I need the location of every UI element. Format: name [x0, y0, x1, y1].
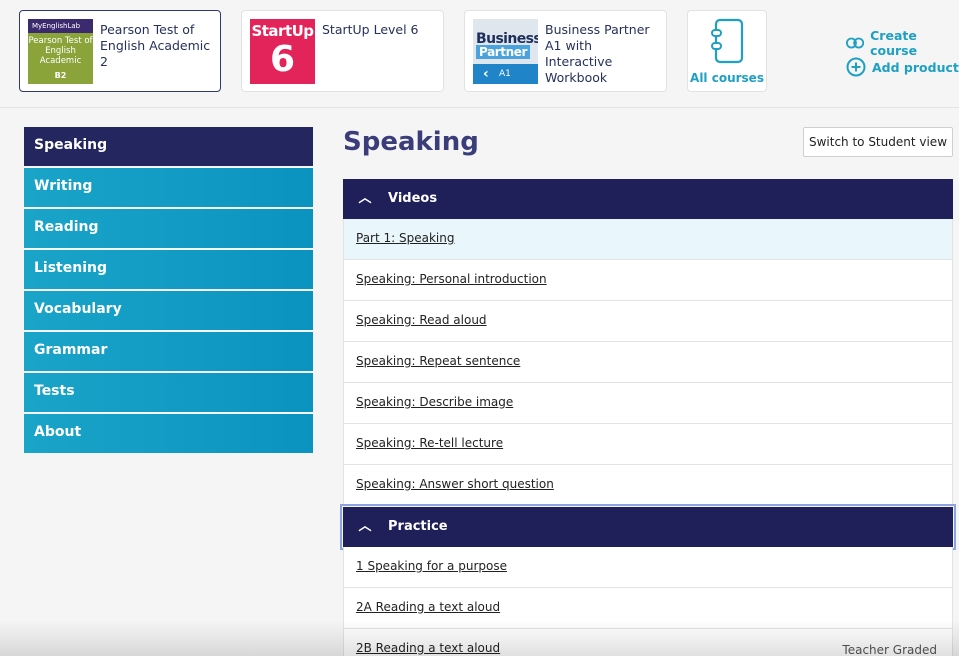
plus-circle-icon: [846, 57, 866, 77]
create-course-label: Create course: [870, 28, 918, 58]
course-card-pte[interactable]: MyEnglishLab Pearson Test of English Aca…: [19, 10, 221, 92]
thumbnail-level: B2: [54, 71, 67, 80]
list-item: Speaking: Describe image: [343, 383, 953, 424]
create-course-link[interactable]: Create course: [846, 28, 959, 58]
chevron-left-icon: ‹: [483, 66, 489, 82]
business-partner-thumbnail: Business Partner A1 ‹: [473, 19, 538, 84]
list-item: Speaking: Answer short question: [343, 465, 953, 506]
all-courses-label: All courses: [690, 71, 764, 85]
course-title: Pearson Test of English Academic 2: [100, 22, 211, 69]
course-title: StartUp Level 6: [322, 22, 419, 37]
thumbnail-number: 6: [269, 39, 296, 80]
list-item: 2A Reading a text aloud: [343, 588, 953, 629]
activity-link[interactable]: Speaking: Re-tell lecture: [356, 436, 503, 450]
sidebar-item-reading[interactable]: Reading: [24, 209, 313, 248]
section-title: Videos: [388, 191, 438, 206]
activity-link[interactable]: 2B Reading a text aloud: [356, 641, 500, 655]
sidebar-item-writing[interactable]: Writing: [24, 168, 313, 207]
page-title: Speaking: [343, 127, 479, 157]
sidebar-nav: Speaking Writing Reading Listening Vocab…: [24, 127, 313, 455]
link-icon: [846, 37, 865, 49]
startup-thumbnail: StartUp 6: [250, 19, 315, 84]
activity-link[interactable]: Speaking: Describe image: [356, 395, 513, 409]
activity-link[interactable]: Speaking: Personal introduction: [356, 272, 547, 286]
list-item: Speaking: Personal introduction: [343, 260, 953, 301]
list-item: Speaking: Re-tell lecture: [343, 424, 953, 465]
switch-to-student-view-button[interactable]: Switch to Student view: [803, 127, 953, 157]
sidebar-item-vocabulary[interactable]: Vocabulary: [24, 291, 313, 330]
grading-badge: Teacher Graded: [842, 643, 937, 656]
add-product-link[interactable]: Add product: [846, 57, 959, 77]
section-header-practice[interactable]: ︿ Practice: [340, 504, 956, 550]
activity-link[interactable]: Speaking: Answer short question: [356, 477, 554, 491]
list-item: Speaking: Repeat sentence: [343, 342, 953, 383]
activity-link[interactable]: Speaking: Repeat sentence: [356, 354, 520, 368]
sidebar-item-tests[interactable]: Tests: [24, 373, 313, 412]
list-item: Part 1: Speaking: [343, 219, 953, 260]
sidebar-item-grammar[interactable]: Grammar: [24, 332, 313, 371]
chevron-up-icon: ︿: [358, 191, 372, 206]
activity-link[interactable]: 2A Reading a text aloud: [356, 600, 500, 614]
section-title: Practice: [388, 519, 448, 534]
list-item: 1 Speaking for a purpose: [343, 547, 953, 588]
activity-link[interactable]: Part 1: Speaking: [356, 231, 454, 245]
notebook-icon: [711, 18, 744, 64]
activity-link[interactable]: 1 Speaking for a purpose: [356, 559, 507, 573]
course-card-startup[interactable]: StartUp 6 StartUp Level 6: [241, 10, 444, 92]
sidebar-item-about[interactable]: About: [24, 414, 313, 453]
thumbnail-text: Pearson Test of English Academic: [28, 36, 93, 66]
pte-thumbnail: MyEnglishLab Pearson Test of English Aca…: [28, 19, 93, 84]
thumbnail-word: StartUp: [251, 22, 314, 40]
add-product-label: Add product: [872, 59, 959, 75]
thumbnail-word: Partner: [476, 45, 531, 59]
list-item: 2B Reading a text aloud Teacher Graded: [343, 629, 953, 656]
course-bar: MyEnglishLab Pearson Test of English Aca…: [0, 0, 959, 108]
sidebar-item-listening[interactable]: Listening: [24, 250, 313, 289]
all-courses-button[interactable]: All courses: [687, 10, 767, 92]
chevron-up-icon: ︿: [358, 519, 372, 534]
thumbnail-brand: MyEnglishLab: [28, 19, 93, 33]
list-item: Speaking: Read aloud: [343, 301, 953, 342]
section-header-videos[interactable]: ︿ Videos: [343, 179, 953, 219]
course-card-business-partner[interactable]: Business Partner A1 ‹ Business Partner A…: [464, 10, 667, 92]
course-title: Business Partner A1 with Interactive Wor…: [545, 22, 650, 85]
sidebar-item-speaking[interactable]: Speaking: [24, 127, 313, 166]
activity-link[interactable]: Speaking: Read aloud: [356, 313, 487, 327]
